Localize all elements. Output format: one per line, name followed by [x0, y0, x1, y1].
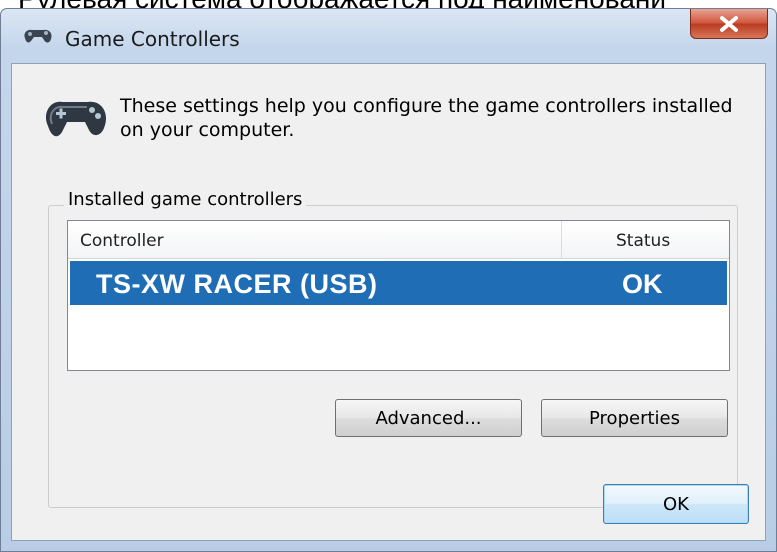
description-text: These settings help you configure the ga… [120, 95, 733, 141]
column-divider[interactable] [561, 221, 562, 258]
close-icon [720, 15, 738, 32]
group-label: Installed game controllers [64, 189, 307, 210]
column-header-controller[interactable]: Controller [80, 231, 164, 251]
list-header: Controller Status [68, 221, 729, 259]
column-header-status[interactable]: Status [616, 231, 670, 251]
dialog-client-area: These settings help you configure the ga… [11, 63, 766, 541]
game-controllers-dialog: Game Controllers These settings help you… [0, 8, 777, 552]
window-title: Game Controllers [65, 27, 240, 51]
controller-name: TS-XW RACER (USB) [96, 269, 378, 299]
controller-status: OK [622, 269, 663, 299]
gamepad-icon [45, 101, 107, 137]
controllers-list[interactable]: Controller Status TS-XW RACER (USB) OK [67, 220, 730, 371]
title-bar[interactable]: Game Controllers [1, 9, 776, 63]
properties-button[interactable]: Properties [541, 399, 728, 437]
ok-button[interactable]: OK [603, 484, 749, 524]
gamepad-title-icon [24, 29, 52, 43]
controller-row[interactable]: TS-XW RACER (USB) OK [70, 261, 727, 305]
advanced-button[interactable]: Advanced... [335, 399, 522, 437]
close-button[interactable] [690, 9, 768, 39]
